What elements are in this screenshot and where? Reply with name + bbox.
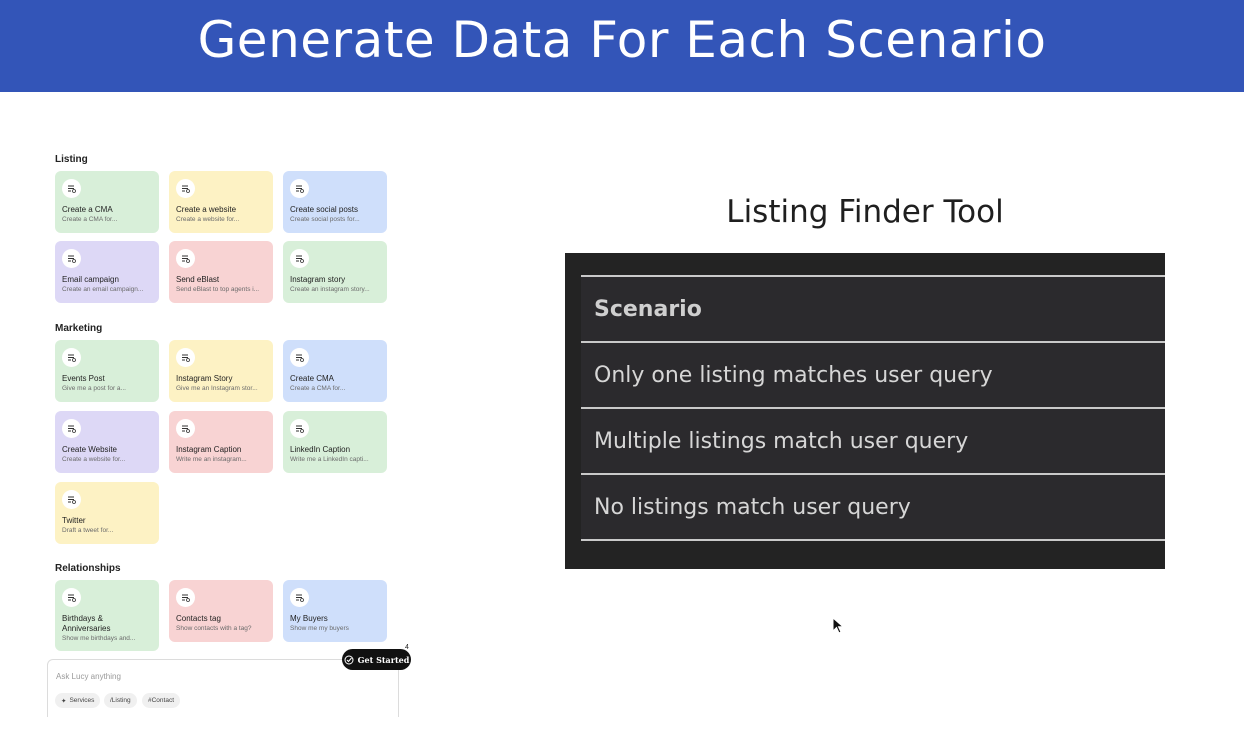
get-started-button[interactable]: Get Started (342, 649, 411, 670)
prompt-icon (176, 249, 195, 268)
card-title: Create social posts (290, 205, 359, 214)
tool-title: Listing Finder Tool (726, 194, 1004, 230)
prompt-icon (290, 249, 309, 268)
card-send-eblast[interactable]: Send eBlast Send eBlast to top agents i.… (169, 241, 273, 303)
card-instagram-caption[interactable]: Instagram Caption Write me an instagram.… (169, 411, 273, 473)
card-subtitle: Show me birthdays and... (62, 635, 136, 642)
card-title: LinkedIn Caption (290, 445, 351, 454)
sparkle-icon: ✦ (61, 697, 67, 705)
section-title-listing: Listing (55, 154, 88, 165)
card-subtitle: Create a website for... (176, 216, 240, 223)
card-subtitle: Write me a LinkedIn capti... (290, 456, 369, 463)
card-title: Instagram story (290, 275, 346, 284)
prompt-icon (290, 419, 309, 438)
prompt-icon (62, 588, 81, 607)
check-circle-icon (344, 655, 354, 664)
scenario-row: No listings match user query (581, 475, 1165, 541)
card-title: Send eBlast (176, 275, 220, 284)
card-linkedin-caption[interactable]: LinkedIn Caption Write me a LinkedIn cap… (283, 411, 387, 473)
scenario-row: Multiple listings match user query (581, 409, 1165, 475)
chip-label: /Listing (110, 697, 131, 704)
card-create-website[interactable]: Create Website Create a website for... (55, 411, 159, 473)
card-create-a-website[interactable]: Create a website Create a website for... (169, 171, 273, 233)
card-subtitle: Give me an Instagram stor... (176, 385, 258, 392)
card-birthdays-anniversaries[interactable]: Birthdays & Anniversaries Show me birthd… (55, 580, 159, 651)
prompt-icon (176, 588, 195, 607)
card-title: Create CMA (290, 374, 335, 383)
card-subtitle: Show contacts with a tag? (176, 625, 252, 632)
card-title: Email campaign (62, 275, 119, 284)
chip-contact[interactable]: #Contact (142, 693, 181, 708)
prompt-icon (62, 419, 81, 438)
card-title: Create Website (62, 445, 117, 454)
prompt-icon (290, 348, 309, 367)
card-title: Create a website (176, 205, 237, 214)
card-subtitle: Create social posts for... (290, 216, 360, 223)
card-subtitle: Create an instagram story... (290, 286, 370, 293)
card-instagram-story[interactable]: Instagram story Create an instagram stor… (283, 241, 387, 303)
card-title: My Buyers (290, 614, 328, 623)
ask-lucy-input[interactable] (56, 669, 386, 683)
section-title-marketing: Marketing (55, 323, 103, 334)
section-title-relationships: Relationships (55, 563, 121, 574)
chip-services[interactable]: ✦ Services (55, 693, 101, 708)
card-create-cma[interactable]: Create CMA Create a CMA for... (283, 340, 387, 402)
prompt-icon (176, 348, 195, 367)
prompt-icon (290, 179, 309, 198)
prompt-icon (62, 179, 81, 198)
chip-label: #Contact (148, 697, 175, 704)
card-create-a-cma[interactable]: Create a CMA Create a CMA for... (55, 171, 159, 233)
card-subtitle: Draft a tweet for... (62, 527, 114, 534)
card-subtitle: Create an email campaign... (62, 286, 144, 293)
header-banner: Generate Data For Each Scenario (0, 0, 1244, 92)
scenario-table: Scenario Only one listing matches user q… (581, 275, 1165, 541)
chip-listing[interactable]: /Listing (104, 693, 137, 708)
scenario-header: Scenario (581, 277, 1165, 343)
prompt-icon (176, 419, 195, 438)
card-title: Contacts tag (176, 614, 221, 623)
card-subtitle: Create a CMA for... (290, 385, 346, 392)
card-instagram-story-marketing[interactable]: Instagram Story Give me an Instagram sto… (169, 340, 273, 402)
card-title: Create a CMA (62, 205, 113, 214)
scenario-panel: Scenario Only one listing matches user q… (565, 253, 1165, 569)
card-email-campaign[interactable]: Email campaign Create an email campaign.… (55, 241, 159, 303)
card-subtitle: Show me my buyers (290, 625, 349, 632)
card-title: Instagram Story (176, 374, 233, 383)
card-title: Events Post (62, 374, 105, 383)
prompt-icon (62, 249, 81, 268)
get-started-label: Get Started (357, 654, 410, 665)
card-title: Birthdays & (62, 614, 103, 623)
scenario-row: Only one listing matches user query (581, 343, 1165, 409)
card-title: Instagram Caption (176, 445, 242, 454)
card-subtitle: Send eBlast to top agents i... (176, 286, 260, 293)
card-create-social-posts[interactable]: Create social posts Create social posts … (283, 171, 387, 233)
card-events-post[interactable]: Events Post Give me a post for a... (55, 340, 159, 402)
prompt-icon (62, 348, 81, 367)
card-title-line2: Anniversaries (62, 624, 111, 633)
card-subtitle: Create a CMA for... (62, 216, 118, 223)
prompt-icon (62, 490, 81, 509)
card-my-buyers[interactable]: My Buyers Show me my buyers (283, 580, 387, 642)
mouse-cursor-icon (832, 617, 844, 634)
prompt-icon (176, 179, 195, 198)
get-started-badge: 4 (405, 644, 409, 651)
card-title: Twitter (62, 516, 86, 525)
card-subtitle: Write me an instagram... (176, 456, 247, 463)
page-title: Generate Data For Each Scenario (197, 11, 1047, 69)
card-contacts-tag[interactable]: Contacts tag Show contacts with a tag? (169, 580, 273, 642)
prompt-icon (290, 588, 309, 607)
card-twitter[interactable]: Twitter Draft a tweet for... (55, 482, 159, 544)
chip-label: Services (69, 697, 95, 704)
card-subtitle: Give me a post for a... (62, 385, 126, 392)
card-subtitle: Create a website for... (62, 456, 126, 463)
